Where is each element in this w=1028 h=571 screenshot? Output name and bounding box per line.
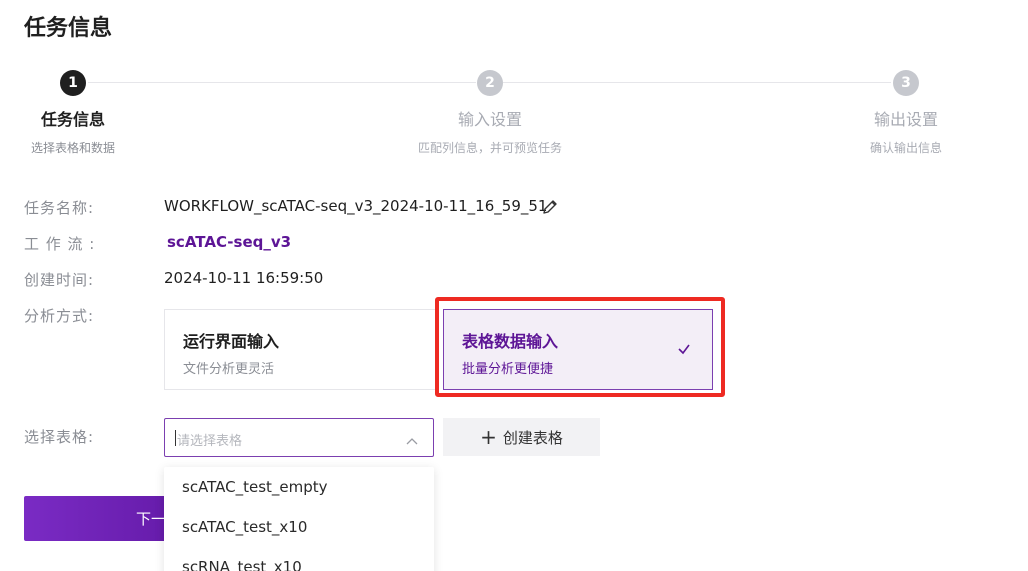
select-table-label: 选择表格: (24, 428, 95, 446)
mode-card-title: 运行界面输入 (183, 332, 280, 351)
mode-card-ui-input[interactable]: 运行界面输入 文件分析更灵活 (164, 309, 436, 390)
table-select[interactable]: 请选择表格 (164, 418, 434, 457)
created-time-label: 创建时间: (24, 271, 95, 289)
mode-card-subtitle: 批量分析更便捷 (462, 362, 554, 377)
mode-card-subtitle: 文件分析更灵活 (183, 362, 275, 377)
workflow-link[interactable]: scATAC-seq_v3 (167, 233, 291, 251)
check-icon (676, 341, 692, 357)
text-cursor (175, 430, 176, 446)
dropdown-option[interactable]: scATAC_test_x10 (164, 507, 434, 547)
page-title: 任务信息 (24, 16, 113, 41)
plus-icon: + (480, 425, 497, 449)
analysis-mode-label: 分析方式: (24, 307, 95, 325)
mode-card-table-input[interactable]: 表格数据输入 批量分析更便捷 (443, 309, 713, 390)
edit-pencil-icon[interactable] (541, 198, 559, 216)
step-3-title: 输出设置 (873, 110, 938, 129)
step-2-title: 输入设置 (457, 110, 522, 129)
created-time-value: 2024-10-11 16:59:50 (164, 269, 324, 287)
step-1-number: 1 (60, 70, 86, 96)
task-name-value: WORKFLOW_scATAC-seq_v3_2024-10-11_16_59_… (164, 197, 548, 215)
step-1[interactable]: 1 任务信息 选择表格和数据 (0, 70, 173, 156)
create-table-button[interactable]: + 创建表格 (443, 418, 600, 456)
step-3-desc: 确认输出信息 (869, 141, 942, 155)
step-3[interactable]: 3 输出设置 确认输出信息 (806, 70, 1006, 156)
table-select-dropdown: scATAC_test_empty scATAC_test_x10 scRNA_… (164, 467, 434, 571)
table-select-placeholder: 请选择表格 (177, 434, 243, 449)
dropdown-option[interactable]: scRNA_test_x10 (164, 547, 434, 571)
step-2[interactable]: 2 输入设置 匹配列信息，并可预览任务 (390, 70, 590, 156)
step-2-number: 2 (477, 70, 503, 96)
step-1-desc: 选择表格和数据 (30, 141, 115, 155)
mode-card-title: 表格数据输入 (462, 332, 559, 351)
workflow-label: 工 作 流 : (24, 235, 96, 253)
task-name-label: 任务名称: (24, 199, 95, 217)
step-2-desc: 匹配列信息，并可预览任务 (417, 141, 562, 155)
dropdown-option[interactable]: scATAC_test_empty (164, 467, 434, 507)
chevron-up-icon (405, 432, 419, 445)
step-1-title: 任务信息 (40, 110, 105, 129)
step-3-number: 3 (893, 70, 919, 96)
create-table-label: 创建表格 (502, 428, 563, 447)
